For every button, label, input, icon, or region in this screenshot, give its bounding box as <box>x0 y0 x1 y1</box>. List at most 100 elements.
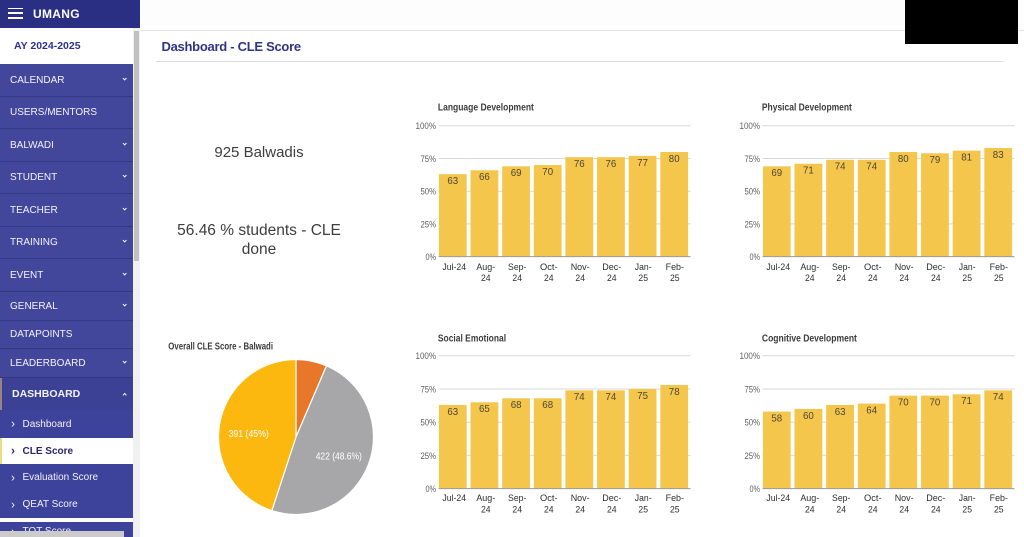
svg-text:70: 70 <box>898 398 909 409</box>
svg-text:Oct-: Oct- <box>540 262 558 272</box>
svg-text:Nov-: Nov- <box>571 493 590 503</box>
svg-text:Jul-24: Jul-24 <box>442 493 466 503</box>
svg-text:100%: 100% <box>416 121 437 131</box>
svg-text:24: 24 <box>899 505 909 515</box>
svg-text:Aug-: Aug- <box>800 493 819 503</box>
svg-text:Jan-: Jan- <box>635 493 652 503</box>
svg-text:24: 24 <box>512 505 522 515</box>
svg-text:0%: 0% <box>750 484 761 494</box>
svg-text:74: 74 <box>574 392 585 403</box>
svg-text:69: 69 <box>771 168 782 179</box>
svg-text:100%: 100% <box>740 121 761 131</box>
svg-text:Feb-: Feb- <box>990 262 1008 272</box>
svg-text:25: 25 <box>994 273 1004 283</box>
svg-text:Feb-: Feb- <box>666 262 684 272</box>
svg-text:25%: 25% <box>421 451 437 461</box>
svg-text:63: 63 <box>447 176 458 187</box>
svg-text:Aug-: Aug- <box>476 262 495 272</box>
svg-text:60: 60 <box>803 411 814 422</box>
svg-text:100%: 100% <box>740 351 761 361</box>
svg-text:Feb-: Feb- <box>990 493 1008 503</box>
svg-text:25: 25 <box>670 273 680 283</box>
svg-text:75%: 75% <box>745 154 761 164</box>
svg-text:74: 74 <box>835 162 846 173</box>
svg-text:24: 24 <box>607 505 617 515</box>
svg-text:Jul-24: Jul-24 <box>442 262 466 272</box>
svg-text:Sep-: Sep- <box>508 262 526 272</box>
svg-text:76: 76 <box>574 159 585 170</box>
svg-text:69: 69 <box>511 168 522 179</box>
svg-text:25%: 25% <box>745 451 761 461</box>
svg-text:66: 66 <box>479 172 490 183</box>
svg-text:0%: 0% <box>426 252 437 262</box>
svg-text:68: 68 <box>542 400 553 411</box>
svg-text:63: 63 <box>447 407 458 418</box>
svg-text:Aug-: Aug- <box>476 493 495 503</box>
svg-text:Oct-: Oct- <box>864 493 882 503</box>
svg-text:63: 63 <box>835 407 846 418</box>
svg-text:24: 24 <box>575 505 585 515</box>
svg-text:Sep-: Sep- <box>508 493 526 503</box>
svg-text:Sep-: Sep- <box>832 262 850 272</box>
svg-text:25: 25 <box>638 273 648 283</box>
svg-text:24: 24 <box>607 273 617 283</box>
svg-text:24: 24 <box>512 273 522 283</box>
svg-text:50%: 50% <box>745 187 761 197</box>
svg-text:79: 79 <box>930 155 941 166</box>
svg-text:75: 75 <box>637 391 648 402</box>
svg-text:Dec-: Dec- <box>602 262 621 272</box>
svg-text:74: 74 <box>606 392 617 403</box>
svg-text:24: 24 <box>481 505 491 515</box>
svg-text:24: 24 <box>931 273 941 283</box>
svg-text:71: 71 <box>803 166 814 177</box>
svg-text:391 (45%): 391 (45%) <box>229 429 269 440</box>
svg-text:Jul-24: Jul-24 <box>766 262 790 272</box>
svg-text:70: 70 <box>542 167 553 178</box>
svg-text:25%: 25% <box>421 219 437 229</box>
svg-text:71: 71 <box>961 396 972 407</box>
svg-text:Nov-: Nov- <box>895 493 914 503</box>
svg-text:Jan-: Jan- <box>635 262 652 272</box>
svg-text:50%: 50% <box>421 418 437 428</box>
svg-text:Nov-: Nov- <box>571 262 590 272</box>
svg-text:Jul-24: Jul-24 <box>766 493 790 503</box>
svg-text:Jan-: Jan- <box>959 262 976 272</box>
svg-text:80: 80 <box>669 154 680 165</box>
svg-text:24: 24 <box>899 273 909 283</box>
svg-text:24: 24 <box>868 505 878 515</box>
svg-text:76: 76 <box>606 159 617 170</box>
svg-text:0%: 0% <box>426 484 437 494</box>
svg-text:Dec-: Dec- <box>602 493 621 503</box>
svg-text:422 (48.6%): 422 (48.6%) <box>316 451 362 462</box>
svg-text:25: 25 <box>962 505 972 515</box>
svg-text:Dec-: Dec- <box>926 493 945 503</box>
svg-text:70: 70 <box>930 398 941 409</box>
svg-text:Social Emotional: Social Emotional <box>438 332 506 344</box>
svg-text:75%: 75% <box>421 154 437 164</box>
svg-text:Feb-: Feb- <box>666 493 684 503</box>
svg-text:24: 24 <box>805 505 815 515</box>
svg-text:Nov-: Nov- <box>895 262 914 272</box>
svg-text:24: 24 <box>868 273 878 283</box>
svg-text:24: 24 <box>836 273 846 283</box>
svg-text:Oct-: Oct- <box>864 262 882 272</box>
svg-text:83: 83 <box>993 150 1004 161</box>
svg-text:Jan-: Jan- <box>959 493 976 503</box>
svg-text:80: 80 <box>898 154 909 165</box>
svg-text:Cognitive Development: Cognitive Development <box>762 332 857 344</box>
svg-text:65: 65 <box>479 404 490 415</box>
svg-text:25%: 25% <box>745 219 761 229</box>
svg-text:Oct-: Oct- <box>540 493 558 503</box>
svg-text:24: 24 <box>575 273 585 283</box>
svg-text:75%: 75% <box>421 384 437 394</box>
svg-text:24: 24 <box>481 273 491 283</box>
svg-text:81: 81 <box>961 153 972 164</box>
svg-text:25: 25 <box>994 505 1004 515</box>
svg-text:Physical Development: Physical Development <box>762 102 852 114</box>
svg-text:74: 74 <box>866 162 877 173</box>
svg-text:24: 24 <box>931 505 941 515</box>
svg-text:50%: 50% <box>745 418 761 428</box>
svg-text:Dec-: Dec- <box>926 262 945 272</box>
svg-text:50%: 50% <box>421 187 437 197</box>
svg-text:Overall CLE Score - Balwadi: Overall CLE Score - Balwadi <box>168 340 273 352</box>
